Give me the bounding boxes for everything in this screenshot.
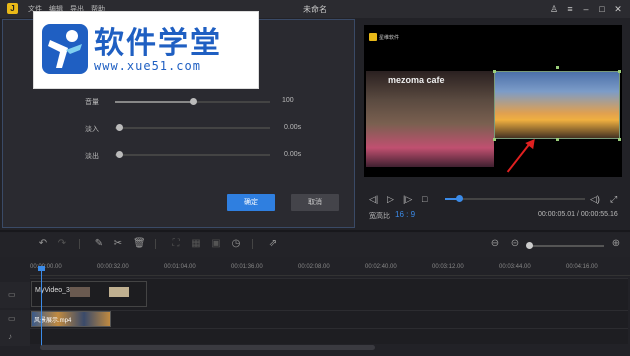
cafe-photo[interactable]: mezoma cafe [366, 71, 494, 167]
volume-label: 音量 [85, 99, 99, 106]
zoom-out-icon[interactable]: ⊝ [509, 238, 521, 250]
volume-slider-fill [115, 101, 193, 103]
aspect-ratio-label: 宽高比 [369, 213, 390, 220]
volume-icon[interactable]: ◁) [590, 194, 600, 205]
undo-icon[interactable]: ↶ [37, 238, 49, 250]
image-clip-name: 风景展示.mp4 [34, 318, 72, 324]
audio-track-icon: ♪ [8, 332, 12, 341]
playback-progress-knob[interactable] [456, 195, 463, 202]
fade-out-slider-knob[interactable] [116, 151, 123, 158]
freeze-frame-icon[interactable]: ▣ [210, 238, 222, 250]
ruler-label: 00:01:36.00 [231, 264, 263, 270]
crop-icon[interactable]: ⛶ [170, 238, 182, 250]
zoom-in-icon[interactable]: ⊕ [610, 238, 622, 250]
resize-handle[interactable] [618, 138, 621, 141]
ruler-label: 00:00:00.00 [30, 264, 62, 270]
timeline-scrollbar[interactable] [40, 345, 375, 350]
ruler-label: 00:04:16.00 [566, 264, 598, 270]
playhead[interactable] [41, 268, 42, 348]
maximize-icon[interactable]: □ [596, 3, 608, 15]
watermark-emblem-icon [42, 24, 88, 74]
audio-track-header: ♪ [0, 328, 30, 346]
ruler-label: 00:03:44.00 [499, 264, 531, 270]
play-icon[interactable]: ▷ [387, 194, 394, 205]
ruler-label: 00:03:12.00 [432, 264, 464, 270]
mosaic-icon[interactable]: ▦ [190, 238, 202, 250]
prev-frame-icon[interactable]: ◁| [369, 194, 378, 205]
aspect-ratio-value[interactable]: 16 : 9 [395, 210, 415, 219]
fade-out-slider[interactable] [115, 151, 270, 158]
toolbar-separator [155, 239, 156, 249]
next-frame-icon[interactable]: |▷ [403, 194, 412, 205]
fade-in-slider-knob[interactable] [116, 124, 123, 131]
redo-icon[interactable]: ↷ [56, 238, 68, 250]
zoom-slider[interactable] [526, 242, 604, 249]
fade-in-label: 淡入 [85, 126, 99, 133]
export-icon[interactable]: ⇗ [267, 238, 279, 250]
video-track-icon: ▭ [8, 290, 16, 299]
volume-slider-knob[interactable] [189, 98, 197, 105]
fit-timeline-icon[interactable]: ⊖ [489, 238, 501, 250]
stop-icon[interactable]: □ [422, 194, 427, 204]
cancel-button[interactable]: 取消 [291, 194, 339, 211]
toolbar-separator [252, 239, 253, 249]
preview-logo-text: 星维软件 [379, 35, 400, 41]
clip-thumbnail [70, 287, 90, 297]
video-preview[interactable]: 星维软件 mezoma cafe [364, 25, 622, 177]
time-display: 00:00:05.01 / 00:00:55.16 [538, 211, 618, 218]
ruler-label: 00:02:40.00 [365, 264, 397, 270]
resize-handle[interactable] [556, 138, 559, 141]
pip-track[interactable] [30, 310, 628, 328]
delete-icon[interactable]: 🗑 [133, 238, 146, 250]
edit-icon[interactable]: ✎ [93, 238, 105, 250]
user-icon[interactable]: ♙ [548, 3, 560, 15]
cut-icon[interactable]: ✂ [112, 238, 124, 250]
menu-icon[interactable]: ≡ [564, 3, 576, 15]
watermark-title: 软件学堂 [94, 26, 222, 61]
image-clip[interactable]: 风景展示.mp4 [31, 311, 111, 327]
volume-slider[interactable] [115, 98, 270, 105]
clip-thumbnail [109, 287, 129, 297]
watermark-logo: 软件学堂 www.xue51.com [33, 11, 259, 89]
fade-in-slider[interactable] [115, 124, 270, 131]
confirm-button[interactable]: 确定 [227, 194, 275, 211]
cafe-sign-text: mezoma cafe [388, 75, 445, 85]
playback-progress[interactable] [445, 195, 585, 202]
minimize-icon[interactable]: – [580, 3, 592, 15]
fullscreen-icon[interactable]: ⤢ [610, 194, 617, 205]
duration-icon[interactable]: ◷ [230, 238, 242, 250]
pip-track-header: ▭ [0, 310, 30, 328]
audio-track[interactable] [30, 328, 628, 344]
resize-handle[interactable] [493, 70, 496, 73]
watermark-url: www.xue51.com [94, 59, 201, 73]
toolbar-separator [79, 239, 80, 249]
fade-out-label: 淡出 [85, 153, 99, 160]
pip-track-icon: ▭ [8, 314, 16, 323]
close-icon[interactable]: ✕ [612, 3, 624, 15]
resize-handle[interactable] [618, 70, 621, 73]
ruler-label: 00:01:04.00 [164, 264, 196, 270]
video-track-header: ▭ [0, 282, 30, 308]
zoom-slider-knob[interactable] [526, 242, 533, 249]
ruler-label: 00:02:08.00 [298, 264, 330, 270]
preview-logo-icon [369, 33, 377, 41]
video-clip[interactable]: MyVideo_3.mp4 [31, 281, 147, 307]
selection-box[interactable] [494, 71, 620, 139]
ruler-label: 00:00:32.00 [97, 264, 129, 270]
divider [0, 230, 630, 232]
resize-handle[interactable] [493, 138, 496, 141]
rotate-handle[interactable] [556, 66, 559, 69]
